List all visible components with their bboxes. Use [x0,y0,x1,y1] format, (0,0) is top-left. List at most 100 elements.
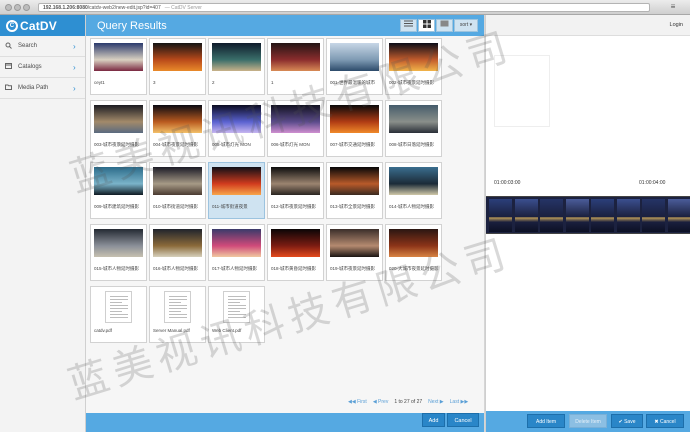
last-page-link[interactable]: Last ▶▶ [450,399,469,405]
clip-thumbnail [271,105,320,133]
sidebar-item-catalogs[interactable]: Catalogs › [0,57,85,78]
clip-card[interactable]: 3 [149,38,206,95]
pdf-text-line [110,314,128,315]
pdf-text-line [228,296,246,297]
sort-select[interactable]: sort ▾ [454,19,478,32]
clip-card[interactable]: 1 [267,38,324,95]
clip-card[interactable]: 003-城市夜景延时摄影 [90,100,147,157]
clip-card[interactable]: 011-城市街道夜景 [208,162,265,219]
pdf-text-line [228,311,240,312]
timeline-filmstrip[interactable] [486,196,690,234]
maximize-window-icon[interactable] [23,4,30,11]
clip-thumbnail [330,105,379,133]
pdf-text-line [228,314,246,315]
clip-thumbnail [94,43,143,71]
clip-card[interactable]: 017-城市人物延时摄影 [208,224,265,281]
clip-thumbnail [94,167,143,195]
clip-card[interactable]: 010-城市街道延时摄影 [149,162,206,219]
filmstrip-frame [642,199,665,232]
clip-card[interactable]: 019-城市夜景延时摄影 [326,224,383,281]
clip-card[interactable]: 013-城市全景延时摄影 [326,162,383,219]
close-window-icon[interactable] [5,4,12,11]
browser-menu-icon[interactable]: ≡ [666,2,680,13]
url-path: /catdv-web2/new-edit.jsp?id=407 [87,5,161,11]
sidebar: C CatDV Search › Catalogs › Media Path › [0,15,86,432]
cancel-button[interactable]: Cancel [447,413,479,427]
item-caption: 006-城市灯光 MON [271,142,310,147]
pdf-text-line [169,314,187,315]
clip-thumbnail [94,105,143,133]
clip-card[interactable]: 015-城市人物延时摄影 [90,224,147,281]
item-caption: Server Manual.pdf [153,328,190,333]
item-caption: 008-城市日落延时摄影 [389,142,435,147]
clip-card[interactable]: 012-城市夜景延时摄影 [267,162,324,219]
clip-thumbnail [330,43,379,71]
clip-card[interactable]: 001-世界最温暖的城市 [326,38,383,95]
item-caption: 005-城市灯光 MON [212,142,251,147]
pdf-text-line [228,305,246,306]
add-button[interactable]: Add [422,413,445,427]
document-card[interactable]: Server Manual.pdf [149,286,206,343]
clip-thumbnail [212,105,261,133]
pdf-text-line [169,305,187,306]
pdf-text-line [110,296,128,297]
delete-item-button[interactable]: Delete Item [569,414,607,428]
timeline-end-time: 01:00:04:00 [639,180,666,186]
pdf-text-line [169,302,181,303]
clip-card[interactable]: 002-城市夜景延时摄影 [385,38,442,95]
large-view-button[interactable] [436,19,453,32]
chevron-right-icon: › [73,62,76,72]
details-cancel-button[interactable]: ✖ Cancel [646,414,684,428]
clip-card[interactable]: 007-城市交通延时摄影 [326,100,383,157]
clip-thumbnail [153,167,202,195]
clip-card[interactable]: 008-城市日落延时摄影 [385,100,442,157]
clip-card[interactable]: 006-城市灯光 MON [267,100,324,157]
clip-card[interactable]: 018-城市黄昏延时摄影 [267,224,324,281]
clip-card[interactable]: 2 [208,38,265,95]
chevron-right-icon: › [73,83,76,93]
item-caption: Web Client.pdf [212,328,242,333]
next-page-link[interactable]: Next ▶ [428,399,444,405]
clip-card[interactable]: 004-城市夜景延时摄影 [149,100,206,157]
document-card[interactable]: catdv.pdf [90,286,147,343]
pdf-text-line [110,308,128,309]
clip-card[interactable]: 020-大城市夜景延时摄影 [385,224,442,281]
query-results-header: Query Results sort ▾ [86,15,484,36]
item-caption: 019-城市夜景延时摄影 [330,266,376,271]
pdf-text-line [110,299,128,300]
save-button[interactable]: ✔ Save [611,414,643,428]
clip-thumbnail [389,167,438,195]
item-caption: catdv.pdf [94,328,112,333]
clip-thumbnail [212,167,261,195]
item-caption: 018-城市黄昏延时摄影 [271,266,317,271]
browser-toolbar: 192.168.1.206:8080/catdv-web2/new-edit.j… [0,0,690,15]
clip-card[interactable]: 014-城市人物延时摄影 [385,162,442,219]
item-caption: 015-城市人物延时摄影 [94,266,140,271]
page-status: 1 to 27 of 27 [394,399,423,405]
pdf-text-line [169,317,187,318]
query-results-pane: Query Results sort ▾ ceyt1 3 2 1 001-世界最温暖的城… [86,15,484,432]
item-caption: 012-城市夜景延时摄影 [271,204,317,209]
clip-card[interactable]: 009-城市建筑延时摄影 [90,162,147,219]
clip-card[interactable]: 005-城市灯光 MON [208,100,265,157]
item-caption: 010-城市街道延时摄影 [153,204,199,209]
add-item-button[interactable]: Add Item [527,414,565,428]
minimize-window-icon[interactable] [14,4,21,11]
first-page-link[interactable]: ◀◀ First [348,399,367,405]
login-link[interactable]: Login [486,15,690,36]
address-bar[interactable]: 192.168.1.206:8080/catdv-web2/new-edit.j… [38,3,650,12]
document-card[interactable]: Web Client.pdf [208,286,265,343]
filmstrip-frame [514,199,538,232]
item-caption: 013-城市全景延时摄影 [330,204,376,209]
pdf-text-line [169,296,187,297]
grid-view-button[interactable] [418,19,435,32]
sidebar-item-search[interactable]: Search › [0,36,85,57]
list-view-button[interactable] [400,19,417,32]
sidebar-item-media-path[interactable]: Media Path › [0,78,85,99]
prev-page-link[interactable]: ◀ Prev [373,399,389,405]
sidebar-item-label: Catalogs [18,64,42,70]
catdv-logo-icon: C [6,19,18,32]
clip-card[interactable]: 016-城市人物延时摄影 [149,224,206,281]
clip-card[interactable]: ceyt1 [90,38,147,95]
filmstrip-frame [591,199,614,232]
